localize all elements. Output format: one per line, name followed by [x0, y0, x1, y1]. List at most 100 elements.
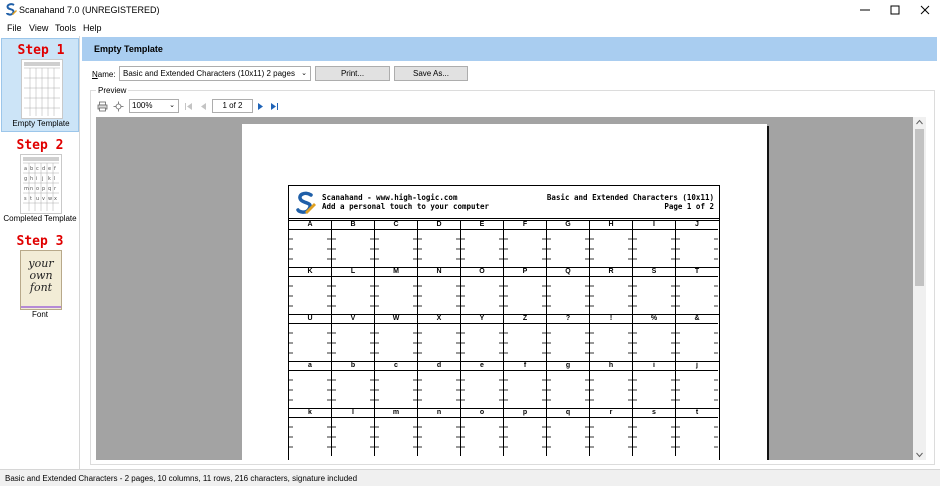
fit-page-button[interactable]: [112, 99, 124, 113]
zoom-value: 100%: [132, 101, 153, 110]
svg-text:s: s: [24, 196, 27, 202]
font-thumb-underline: [21, 306, 61, 308]
first-page-button[interactable]: [182, 99, 194, 113]
step-3-font[interactable]: Step 3 your own font Font: [1, 230, 79, 324]
grid-cell: S: [633, 268, 676, 315]
grid-cell: M: [375, 268, 418, 315]
grid-cell-label: M: [375, 268, 417, 277]
grid-cell: T: [676, 268, 719, 315]
menu-view[interactable]: View: [29, 23, 48, 33]
svg-text:k: k: [48, 176, 51, 182]
minimize-button[interactable]: [850, 0, 880, 20]
grid-cell: A: [289, 221, 332, 268]
grid-cell-guides: [418, 238, 460, 260]
maximize-button[interactable]: [880, 0, 910, 20]
status-bar: Basic and Extended Characters - 2 pages,…: [0, 469, 940, 486]
grid-cell: q: [547, 409, 590, 456]
grid-cell: I: [633, 221, 676, 268]
grid-cell-guides: [633, 285, 675, 307]
grid-cell-label: T: [676, 268, 718, 277]
grid-cell: g: [547, 362, 590, 409]
grid-cell-guides: [676, 285, 718, 307]
grid-cell: ?: [547, 315, 590, 362]
grid-cell-label: F: [504, 221, 546, 230]
svg-text:q: q: [48, 186, 51, 192]
grid-cell-label: d: [418, 362, 460, 371]
grid-cell-guides: [547, 285, 589, 307]
grid-cell-label: n: [418, 409, 460, 418]
step-1-empty-template[interactable]: Step 1 Empty Template: [1, 38, 79, 132]
next-page-button[interactable]: [254, 99, 266, 113]
scanahand-app-icon: [6, 3, 17, 16]
empty-template-thumbnail: [21, 59, 63, 119]
print-preview-button[interactable]: [96, 99, 108, 113]
scrollbar-thumb[interactable]: [915, 129, 924, 286]
scroll-down-icon[interactable]: [916, 452, 923, 458]
grid-cell-guides: [633, 332, 675, 354]
last-page-icon: [270, 102, 278, 110]
grid-cell: m: [375, 409, 418, 456]
grid-cell: V: [332, 315, 375, 362]
grid-row: U V W X Y Z?!% &: [289, 314, 719, 362]
grid-cell: h: [590, 362, 633, 409]
grid-cell-label: J: [676, 221, 718, 230]
sheet-header: Scanahand - www.high-logic.com Add a per…: [289, 186, 719, 219]
grid-cell-guides: [289, 332, 331, 354]
menu-file[interactable]: File: [7, 23, 22, 33]
grid-cell: r: [590, 409, 633, 456]
grid-cell: D: [418, 221, 461, 268]
close-icon: [920, 5, 930, 15]
template-name-select[interactable]: Basic and Extended Characters (10x11) 2 …: [119, 66, 311, 81]
move-icon: [113, 101, 123, 111]
grid-cell: L: [332, 268, 375, 315]
zoom-select[interactable]: 100% ⌄: [129, 99, 179, 113]
save-as-button[interactable]: Save As...: [394, 66, 468, 81]
first-page-icon: [184, 102, 192, 110]
grid-cell: U: [289, 315, 332, 362]
grid-cell-label: X: [418, 315, 460, 324]
grid-cell-guides: [676, 379, 718, 401]
grid-cell-guides: [633, 426, 675, 448]
svg-text:a: a: [24, 166, 27, 172]
grid-cell: G: [547, 221, 590, 268]
page-indicator[interactable]: 1 of 2: [212, 99, 253, 113]
sheet-page-label: Page 1 of 2: [664, 202, 714, 211]
grid-cell-label: l: [332, 409, 374, 418]
preview-canvas[interactable]: Scanahand - www.high-logic.com Add a per…: [96, 117, 926, 460]
grid-cell-guides: [633, 238, 675, 260]
grid-cell-guides: [590, 379, 632, 401]
grid-cell: O: [461, 268, 504, 315]
step-2-completed-template[interactable]: Step 2 abcdef ghijkl mnopqr stuvwx Compl…: [1, 134, 79, 228]
svg-text:i: i: [36, 176, 37, 182]
grid-cell: c: [375, 362, 418, 409]
close-button[interactable]: [910, 0, 940, 20]
grid-cell-label: q: [547, 409, 589, 418]
grid-cell-guides: [504, 426, 546, 448]
step-2-heading: Step 2: [16, 138, 64, 153]
print-button[interactable]: Print...: [315, 66, 390, 81]
grid-cell-label: R: [590, 268, 632, 277]
grid-cell-guides: [590, 285, 632, 307]
grid-cell: P: [504, 268, 547, 315]
grid-cell-guides: [547, 426, 589, 448]
grid-cell-label: V: [332, 315, 374, 324]
grid-cell-label: K: [289, 268, 331, 277]
last-page-button[interactable]: [268, 99, 280, 113]
preview-legend: Preview: [96, 86, 129, 95]
preview-page: Scanahand - www.high-logic.com Add a per…: [242, 124, 767, 460]
menu-help[interactable]: Help: [83, 23, 102, 33]
scroll-up-icon[interactable]: [916, 119, 923, 125]
svg-text:p: p: [42, 186, 45, 192]
grid-cell: b: [332, 362, 375, 409]
grid-row: abcdefghij: [289, 361, 719, 409]
grid-cell-guides: [375, 332, 417, 354]
grid-cell: l: [332, 409, 375, 456]
grid-cell-guides: [461, 332, 503, 354]
grid-cell: f: [504, 362, 547, 409]
vertical-scrollbar[interactable]: [913, 117, 926, 460]
grid-cell-label: Z: [504, 315, 546, 324]
grid-cell-label: f: [504, 362, 546, 371]
previous-page-button[interactable]: [197, 99, 209, 113]
svg-text:t: t: [30, 196, 32, 202]
menu-tools[interactable]: Tools: [55, 23, 76, 33]
